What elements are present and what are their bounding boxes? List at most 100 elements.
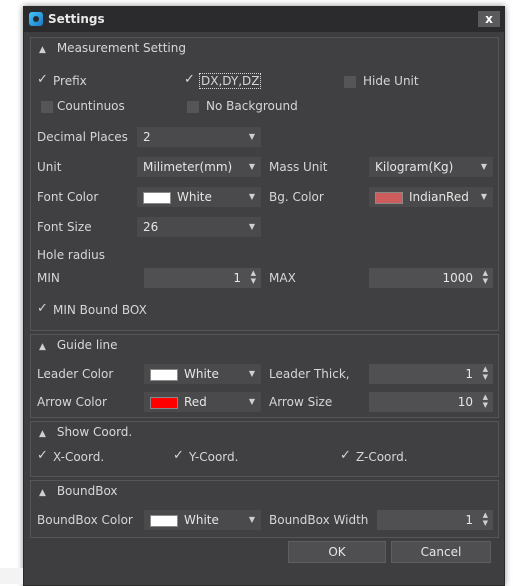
title-bar[interactable]: Settings x <box>24 7 504 32</box>
arrow-color-select[interactable]: Red ▼ <box>144 392 261 412</box>
font-color-value: White <box>177 190 212 204</box>
y-coord-check-icon[interactable]: ✓ <box>173 448 184 463</box>
font-size-label: Font Size <box>37 220 92 234</box>
boundbox-header[interactable]: ▲ BoundBox <box>39 484 118 498</box>
decimal-places-value: 2 <box>143 130 151 144</box>
leader-thick-label: Leader Thick, <box>269 367 350 381</box>
bg-color-label: Bg. Color <box>269 190 324 204</box>
spin-arrows-icon[interactable]: ▲ ▼ <box>251 269 256 285</box>
decimal-places-label: Decimal Places <box>37 130 128 144</box>
boundbox-width-label: BoundBox Width <box>269 513 369 527</box>
x-coord-check-icon[interactable]: ✓ <box>37 448 48 463</box>
leader-color-label: Leader Color <box>37 367 114 381</box>
chevron-down-icon: ▼ <box>480 192 487 201</box>
chevron-down-icon: ▼ <box>248 222 255 231</box>
font-size-value: 26 <box>143 220 159 234</box>
dxdydz-check-icon[interactable]: ✓ <box>184 72 195 87</box>
chevron-down-icon: ▼ <box>248 515 255 524</box>
mass-unit-value: Kilogram(Kg) <box>375 160 454 174</box>
measurement-setting-group: ▲ Measurement Setting ✓ Prefix ✓ DX,DY,D… <box>30 37 499 331</box>
min-value: 1 <box>233 271 241 285</box>
prefix-label[interactable]: Prefix <box>53 74 87 88</box>
show-coord-group: ▲ Show Coord. ✓ X-Coord. ✓ Y-Coord. ✓ Z-… <box>30 421 499 477</box>
min-label: MIN <box>37 271 60 285</box>
decimal-places-select[interactable]: 2 ▼ <box>137 127 261 147</box>
boundbox-color-label: BoundBox Color <box>37 513 133 527</box>
collapse-caret-icon: ▲ <box>39 488 46 498</box>
settings-dialog: Settings x ▲ Measurement Setting ✓ Prefi… <box>23 6 505 586</box>
leader-color-select[interactable]: White ▼ <box>144 364 261 384</box>
unit-label: Unit <box>37 160 62 174</box>
leader-thick-spinbox[interactable]: 1 ▲ ▼ <box>369 364 493 384</box>
chevron-down-icon: ▼ <box>248 162 255 171</box>
spin-arrows-icon[interactable]: ▲ ▼ <box>483 365 488 381</box>
chevron-down-icon: ▼ <box>248 132 255 141</box>
arrow-size-value: 10 <box>457 395 473 409</box>
background-edge <box>0 568 23 584</box>
group-title: Guide line <box>56 338 118 352</box>
hole-radius-label: Hole radius <box>37 248 105 262</box>
boundbox-color-select[interactable]: White ▼ <box>144 510 261 530</box>
chevron-down-icon: ▼ <box>480 162 487 171</box>
max-label: MAX <box>269 271 296 285</box>
ok-button[interactable]: OK <box>288 541 386 563</box>
x-coord-label[interactable]: X-Coord. <box>53 450 104 464</box>
no-background-checkbox[interactable] <box>187 101 199 113</box>
collapse-caret-icon: ▲ <box>39 342 46 352</box>
hide-unit-label[interactable]: Hide Unit <box>363 74 419 88</box>
boundbox-width-spinbox[interactable]: 1 ▲ ▼ <box>377 510 493 530</box>
max-spinbox[interactable]: 1000 ▲ ▼ <box>369 268 493 288</box>
mass-unit-select[interactable]: Kilogram(Kg) ▼ <box>369 157 493 177</box>
font-color-label: Font Color <box>37 190 99 204</box>
dxdydz-label[interactable]: DX,DY,DZ <box>199 73 262 89</box>
bg-color-select[interactable]: IndianRed ▼ <box>369 187 493 207</box>
boundbox-color-value: White <box>184 513 219 527</box>
font-size-select[interactable]: 26 ▼ <box>137 217 261 237</box>
leader-color-swatch <box>150 368 178 381</box>
bg-color-value: IndianRed <box>409 190 469 204</box>
boundbox-width-value: 1 <box>465 513 473 527</box>
min-bound-box-check-icon[interactable]: ✓ <box>37 301 48 316</box>
spin-arrows-icon[interactable]: ▲ ▼ <box>483 511 488 527</box>
leader-thick-value: 1 <box>465 367 473 381</box>
group-title: BoundBox <box>56 484 118 498</box>
mass-unit-label: Mass Unit <box>269 160 328 174</box>
arrow-size-spinbox[interactable]: 10 ▲ ▼ <box>369 392 493 412</box>
group-title: Measurement Setting <box>56 41 186 55</box>
z-coord-check-icon[interactable]: ✓ <box>340 448 351 463</box>
bg-color-swatch <box>375 191 403 204</box>
continuous-checkbox[interactable] <box>41 101 53 113</box>
guide-line-header[interactable]: ▲ Guide line <box>39 338 118 352</box>
font-color-select[interactable]: White ▼ <box>137 187 261 207</box>
continuous-label[interactable]: Countinuos <box>57 99 125 113</box>
arrow-color-label: Arrow Color <box>37 395 107 409</box>
leader-color-value: White <box>184 367 219 381</box>
max-value: 1000 <box>442 271 473 285</box>
spin-arrows-icon[interactable]: ▲ ▼ <box>483 393 488 409</box>
prefix-check-icon[interactable]: ✓ <box>37 72 48 87</box>
min-spinbox[interactable]: 1 ▲ ▼ <box>144 268 261 288</box>
z-coord-label[interactable]: Z-Coord. <box>356 450 408 464</box>
close-button[interactable]: x <box>478 11 500 27</box>
arrow-color-swatch <box>150 396 178 409</box>
unit-value: Milimeter(mm) <box>143 160 233 174</box>
chevron-down-icon: ▼ <box>248 192 255 201</box>
measurement-setting-header[interactable]: ▲ Measurement Setting <box>39 41 186 55</box>
chevron-down-icon: ▼ <box>248 397 255 406</box>
no-background-label[interactable]: No Background <box>206 99 298 113</box>
spin-arrows-icon[interactable]: ▲ ▼ <box>483 269 488 285</box>
cancel-button[interactable]: Cancel <box>391 541 491 563</box>
show-coord-header[interactable]: ▲ Show Coord. <box>39 425 132 439</box>
hide-unit-checkbox[interactable] <box>344 76 356 88</box>
app-logo-icon <box>29 12 43 26</box>
dialog-title: Settings <box>48 12 105 26</box>
guide-line-group: ▲ Guide line Leader Color White ▼ Leader… <box>30 334 499 418</box>
arrow-size-label: Arrow Size <box>269 395 333 409</box>
boundbox-color-swatch <box>150 514 178 527</box>
min-bound-box-label[interactable]: MIN Bound BOX <box>53 303 147 317</box>
y-coord-label[interactable]: Y-Coord. <box>189 450 238 464</box>
chevron-down-icon: ▼ <box>248 369 255 378</box>
collapse-caret-icon: ▲ <box>39 45 46 55</box>
group-title: Show Coord. <box>56 425 133 439</box>
unit-select[interactable]: Milimeter(mm) ▼ <box>137 157 261 177</box>
